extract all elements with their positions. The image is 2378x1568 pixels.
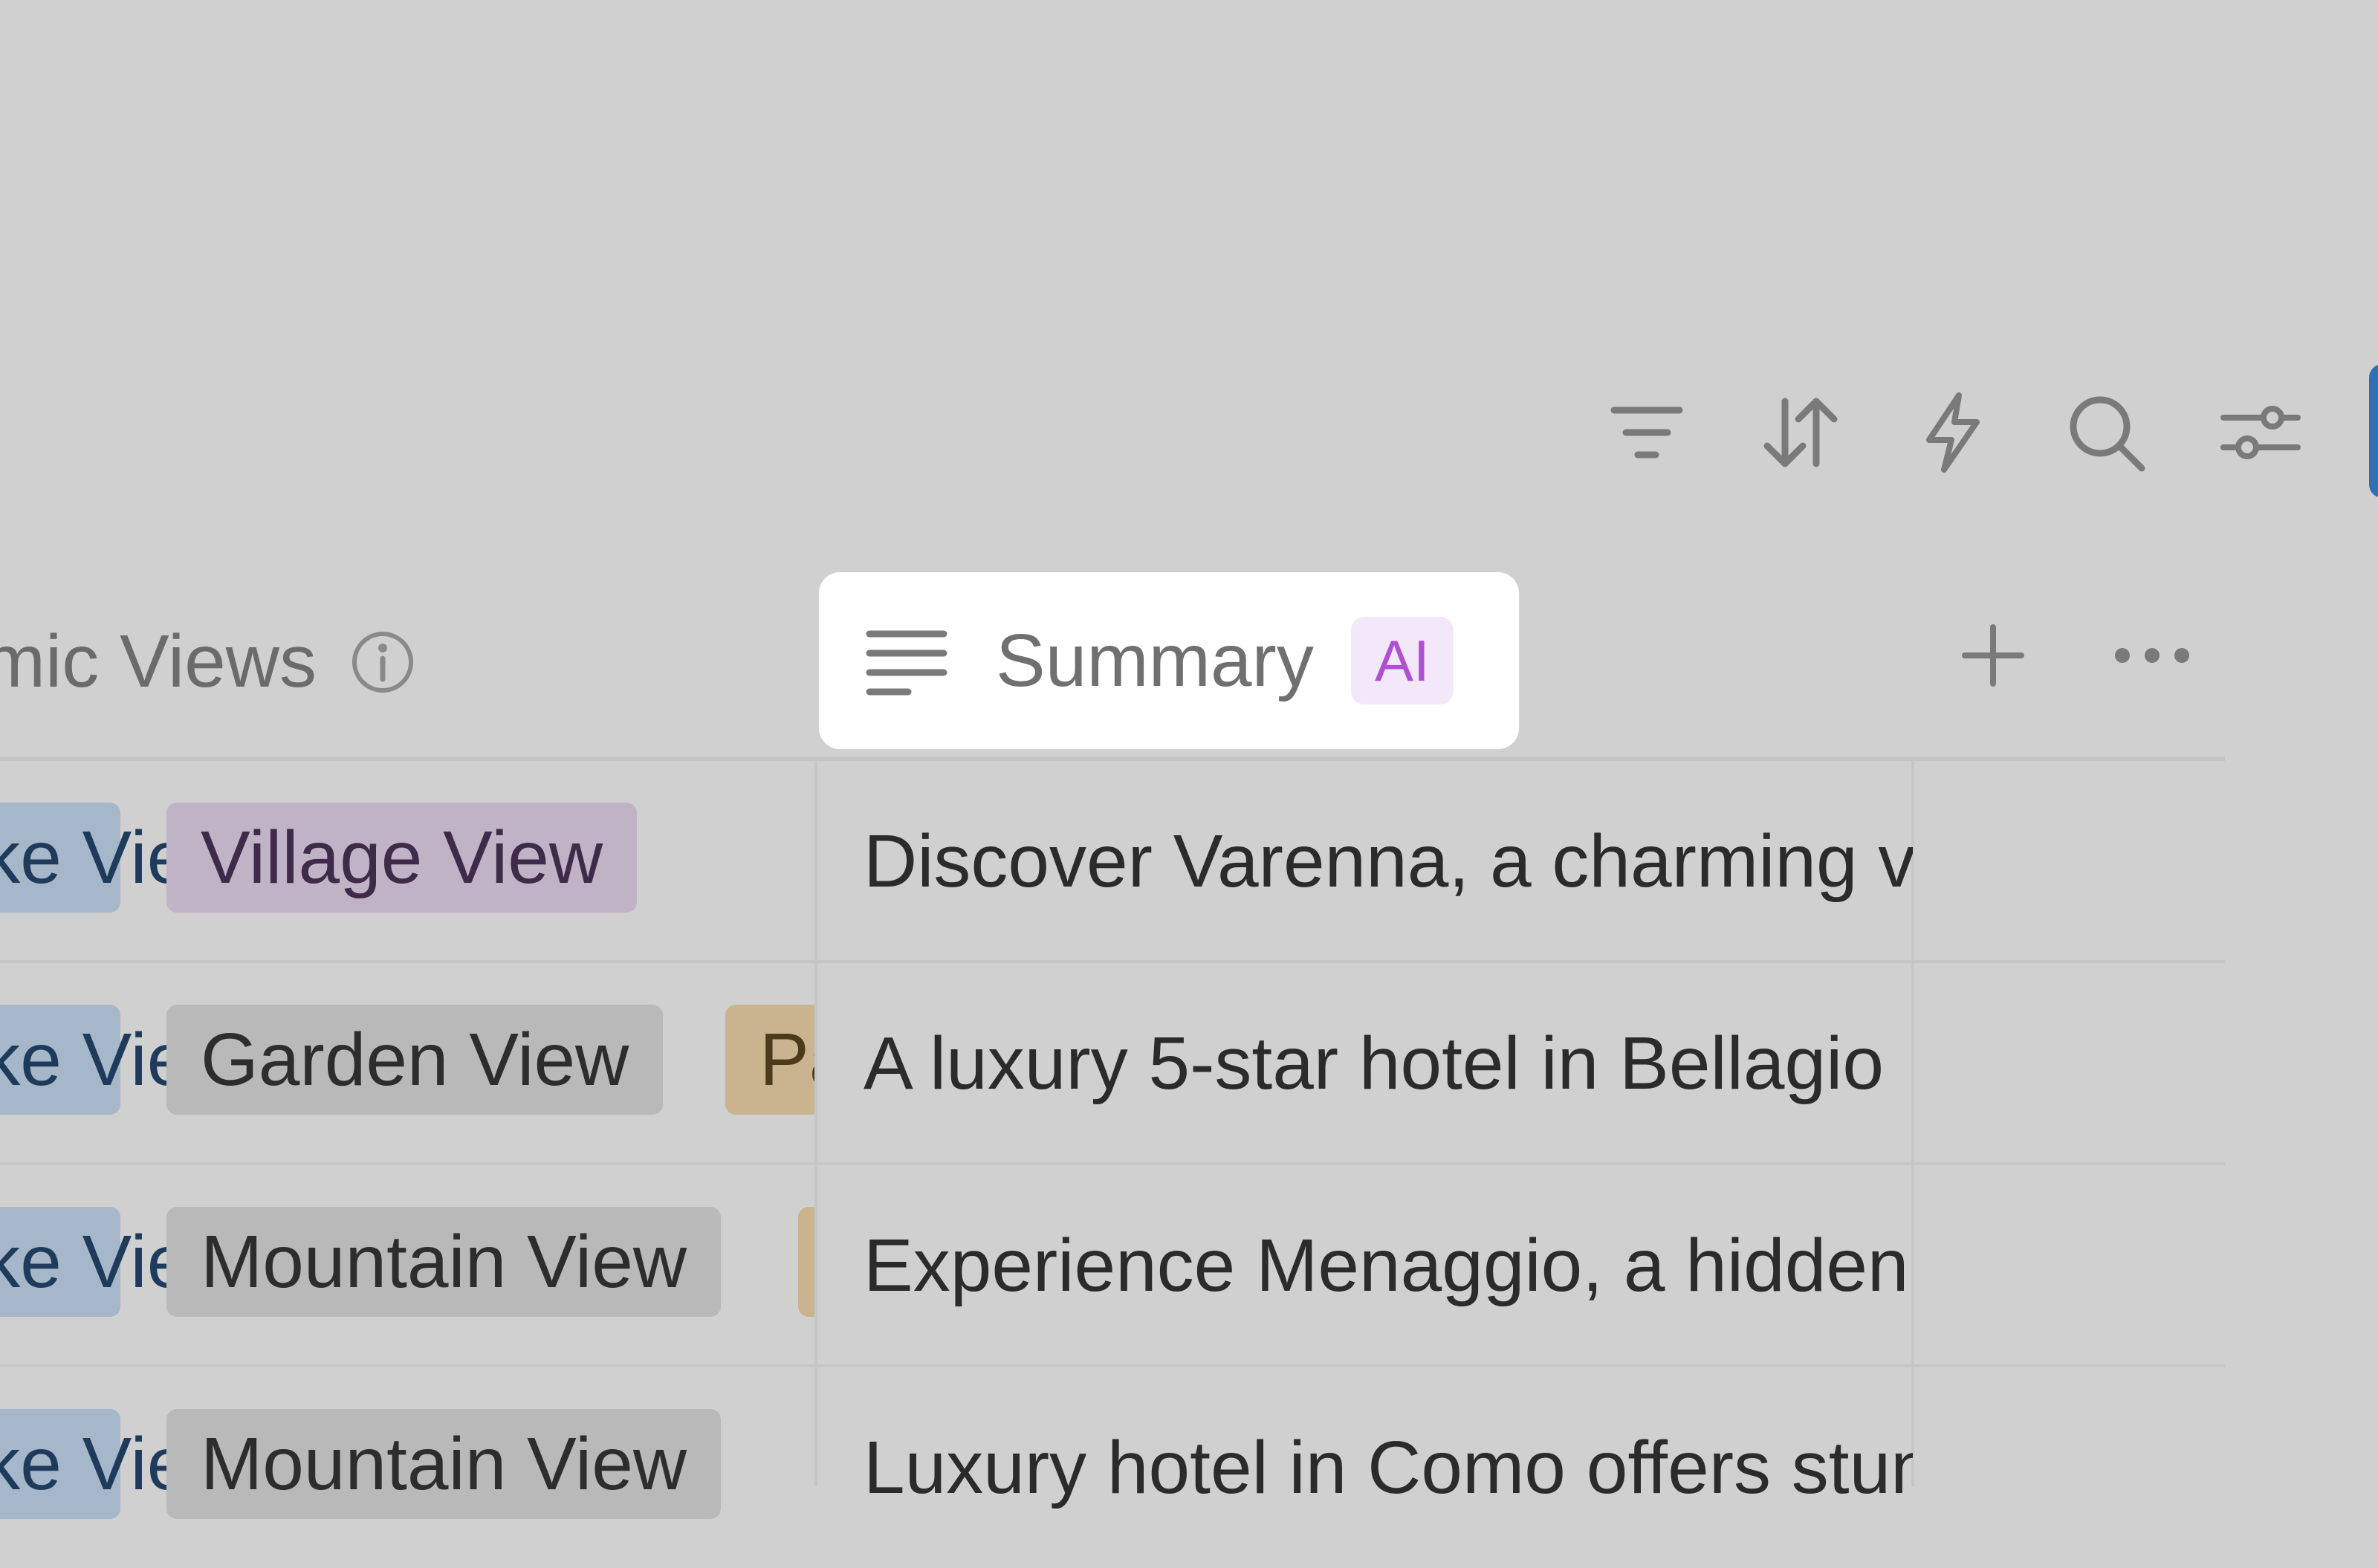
settings-sliders-icon[interactable]: [2216, 388, 2305, 477]
tag-lake-view: Lake View: [0, 1005, 242, 1115]
page-title-text: Como: [16, 99, 376, 272]
column-header-summary[interactable]: Summary AI: [819, 572, 1519, 749]
tag-garden-view: Garden View: [166, 1005, 664, 1115]
tag-partial: [798, 1207, 814, 1317]
column-header-summary-label: Summary: [996, 618, 1314, 702]
filter-icon[interactable]: [1602, 388, 1691, 477]
sort-icon[interactable]: [1755, 388, 1844, 477]
summary-cell[interactable]: A luxury 5-star hotel in Bellagio: [817, 963, 1913, 1164]
summary-cell[interactable]: Experience Menaggio, a hidden gem: [817, 1165, 1913, 1366]
search-icon[interactable]: [2061, 388, 2151, 477]
table-row[interactable]: Lake View Garden View Pa: [0, 963, 814, 1164]
table-row[interactable]: Lake View Mountain View: [0, 1165, 814, 1366]
tag-lake-view: Lake View: [0, 803, 242, 913]
tag-mountain-view: Mountain View: [166, 1409, 722, 1519]
new-button-edge[interactable]: [2369, 364, 2378, 498]
summary-cell[interactable]: Luxury hotel in Como offers stunning: [817, 1367, 1913, 1568]
summary-cell[interactable]: Discover Varenna, a charming village: [817, 761, 1913, 962]
info-icon[interactable]: [349, 628, 416, 695]
plus-icon[interactable]: [1956, 618, 2030, 693]
automation-bolt-icon[interactable]: [1908, 388, 1998, 477]
table-row[interactable]: Lake View Village View: [0, 761, 814, 962]
tag-lake-view: Lake View: [0, 1207, 242, 1317]
column-header-views-label: Panoramic Views: [0, 619, 317, 703]
tag-lake-view: Lake View: [0, 1409, 242, 1519]
table-row[interactable]: Lake View Mountain View: [0, 1367, 814, 1568]
tag-mountain-view: Mountain View: [166, 1207, 722, 1317]
tag-partial: Pa: [725, 1005, 814, 1115]
more-horizontal-icon[interactable]: [2108, 618, 2197, 693]
ai-badge: AI: [1350, 617, 1454, 704]
column-header-views[interactable]: Panoramic Views: [0, 609, 416, 713]
tag-village-view: Village View: [166, 803, 638, 913]
text-lines-icon: [865, 623, 948, 698]
